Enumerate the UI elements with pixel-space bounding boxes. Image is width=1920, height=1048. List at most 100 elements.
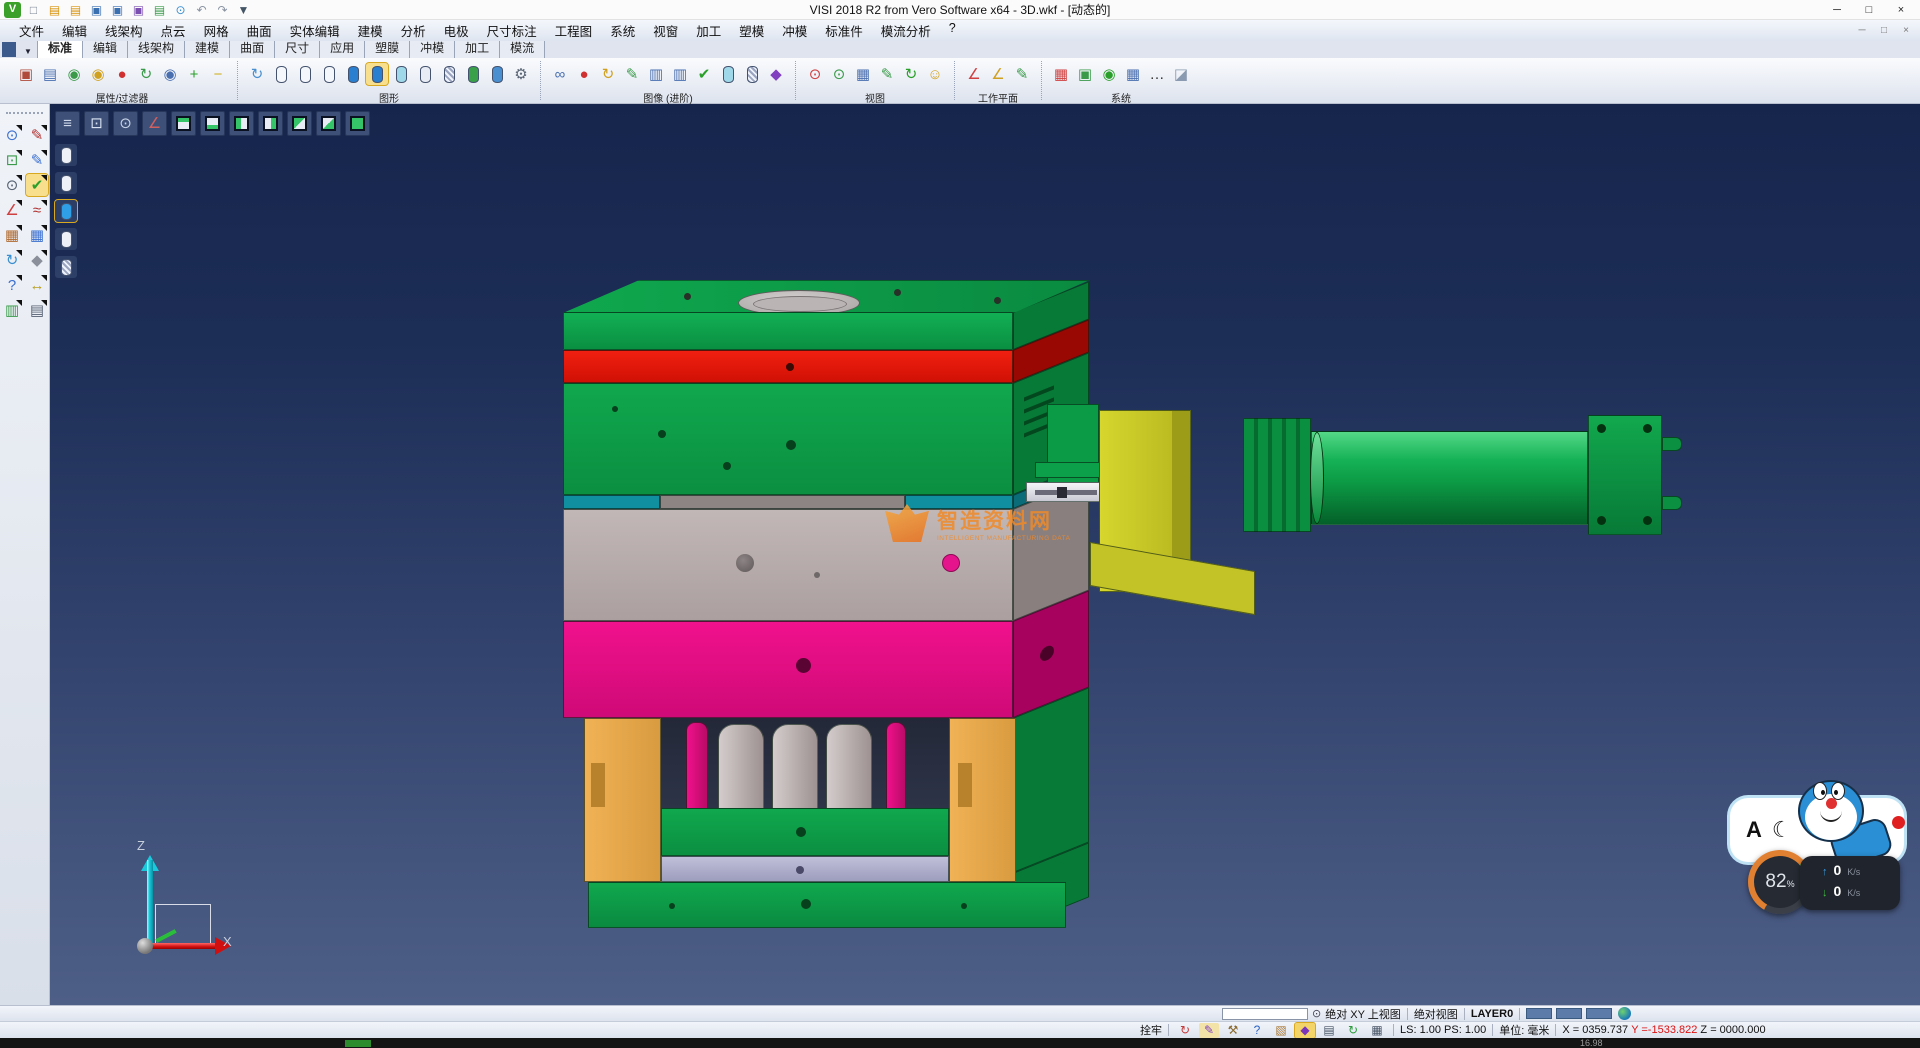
- refresh-adv-icon[interactable]: ↻: [597, 63, 619, 85]
- delete-filter-icon[interactable]: ▣: [15, 63, 37, 85]
- ejector-retainer-plate[interactable]: [661, 808, 949, 856]
- hydraulic-cylinder-barrel[interactable]: [1311, 431, 1588, 525]
- document-icon[interactable]: ▤: [26, 299, 48, 321]
- menu-item-11[interactable]: 工程图: [546, 21, 602, 40]
- toggle-check-icon[interactable]: ✔: [26, 174, 48, 196]
- workplane-gold-icon[interactable]: ∠: [987, 63, 1009, 85]
- system-globe-icon[interactable]: ◉: [1098, 63, 1120, 85]
- absolute-view-label[interactable]: 绝对视图: [1414, 1006, 1458, 1022]
- menu-item-19[interactable]: ?: [940, 21, 965, 40]
- auto-rotate-icon[interactable]: ↻: [1343, 1023, 1363, 1038]
- ucs-axes-icon[interactable]: ∠: [1, 199, 23, 221]
- view-smiley-icon[interactable]: ☺: [924, 63, 946, 85]
- lower-stack-side-face[interactable]: [1013, 687, 1089, 873]
- workplane-sketch-icon[interactable]: ✎: [1011, 63, 1033, 85]
- traffic-light-icon[interactable]: ●: [111, 63, 133, 85]
- search-input[interactable]: [1222, 1008, 1308, 1020]
- context-help-icon[interactable]: ?: [1247, 1023, 1267, 1038]
- spacer-block-right[interactable]: [949, 718, 1016, 882]
- visi-logo-icon[interactable]: V: [4, 2, 21, 18]
- qa-options-caret-icon[interactable]: ▼: [235, 2, 252, 18]
- curve-sketch-icon[interactable]: ≈: [26, 199, 48, 221]
- ime-mode-a-icon[interactable]: A: [1746, 817, 1762, 843]
- shield-icon[interactable]: ◆: [765, 63, 787, 85]
- system-monitor-icon[interactable]: ▣: [1074, 63, 1096, 85]
- copy-shading-icon[interactable]: [486, 63, 508, 85]
- menu-item-0[interactable]: 文件: [10, 21, 53, 40]
- tools-hammer-icon[interactable]: ⚒: [1223, 1023, 1243, 1038]
- magenta-support-plate[interactable]: [563, 621, 1013, 718]
- erase-icon[interactable]: ✎: [26, 124, 48, 146]
- chart-icon[interactable]: ▥: [1, 299, 23, 321]
- cylinder-mount-flange[interactable]: [1243, 418, 1311, 532]
- system-plane-icon[interactable]: ◪: [1170, 63, 1192, 85]
- menu-item-8[interactable]: 分析: [392, 21, 435, 40]
- toggle-visibility-icon[interactable]: ◉: [159, 63, 181, 85]
- hidden-line-icon[interactable]: [294, 63, 316, 85]
- color-swatch-3[interactable]: [1586, 1008, 1612, 1019]
- ejector-base-plate[interactable]: [661, 856, 949, 882]
- close-button[interactable]: ×: [1886, 1, 1916, 19]
- menu-item-14[interactable]: 加工: [687, 21, 730, 40]
- menu-item-10[interactable]: 尺寸标注: [478, 21, 546, 40]
- remove-visible-icon[interactable]: −: [207, 63, 229, 85]
- mdi-restore-button[interactable]: □: [1876, 25, 1892, 36]
- shading-settings-icon[interactable]: ⚙: [510, 63, 532, 85]
- shaded-cube-icon[interactable]: ◆: [26, 249, 48, 271]
- render-palette-icon[interactable]: ▦: [1, 224, 23, 246]
- units-indicator[interactable]: 单位: 毫米: [1499, 1022, 1549, 1038]
- redo-icon[interactable]: ↷: [214, 2, 231, 18]
- scale-indicator[interactable]: LS: 1.00 PS: 1.00: [1400, 1024, 1486, 1036]
- layer-list-icon[interactable]: ▤: [1319, 1023, 1339, 1038]
- menu-item-18[interactable]: 模流分析: [872, 21, 940, 40]
- globe-icon[interactable]: [1618, 1007, 1631, 1020]
- teal-wear-plate-left[interactable]: [563, 495, 660, 509]
- help-icon[interactable]: ?: [1, 274, 23, 296]
- zoom-all-icon[interactable]: ⊙: [828, 63, 850, 85]
- layer-indicator[interactable]: LAYER0: [1471, 1008, 1513, 1020]
- toolbar-drag-handle[interactable]: [6, 112, 43, 118]
- new-file-icon[interactable]: □: [25, 2, 42, 18]
- zoom-window-icon[interactable]: ⊙: [1, 124, 23, 146]
- menu-item-3[interactable]: 点云: [152, 21, 195, 40]
- view-sketch-icon[interactable]: ✎: [876, 63, 898, 85]
- menu-item-16[interactable]: 冲模: [773, 21, 816, 40]
- refresh-visibility-icon[interactable]: ↻: [135, 63, 157, 85]
- ejector-sleeve-3[interactable]: [826, 724, 872, 812]
- wireframe-icon[interactable]: [270, 63, 292, 85]
- return-pin-right[interactable]: [886, 722, 906, 812]
- minimize-button[interactable]: ─: [1822, 1, 1852, 19]
- glasses-add-icon[interactable]: ∞: [549, 63, 571, 85]
- workplane-axes-icon[interactable]: ∠: [963, 63, 985, 85]
- pick-brush-icon[interactable]: ✎: [1199, 1023, 1219, 1038]
- bottom-clamp-plate[interactable]: [588, 882, 1066, 928]
- refresh-view-icon[interactable]: ↻: [1, 249, 23, 271]
- hidden-line-dash-icon[interactable]: [318, 63, 340, 85]
- spacer-block-left[interactable]: [584, 718, 661, 882]
- system-table-icon[interactable]: ▦: [1122, 63, 1144, 85]
- menu-item-4[interactable]: 网格: [195, 21, 238, 40]
- system-dots-icon[interactable]: …: [1146, 63, 1168, 85]
- ejector-sleeve-2[interactable]: [772, 724, 818, 812]
- refresh-shading-icon[interactable]: ↻: [246, 63, 268, 85]
- mold-model-3d[interactable]: [50, 104, 1920, 1005]
- view-grid-icon[interactable]: ▦: [852, 63, 874, 85]
- menu-item-9[interactable]: 电极: [435, 21, 478, 40]
- pen-visibility-icon[interactable]: ✎: [621, 63, 643, 85]
- open-file-icon[interactable]: ▤: [46, 2, 63, 18]
- save-as-icon[interactable]: ▣: [109, 2, 126, 18]
- shaded-edges-icon[interactable]: [366, 63, 388, 85]
- print-preview-icon[interactable]: ⊙: [172, 2, 189, 18]
- print-icon[interactable]: ▤: [151, 2, 168, 18]
- apply-check-icon[interactable]: ✔: [693, 63, 715, 85]
- tie-rod-stub-bottom[interactable]: [1662, 496, 1682, 510]
- sketch-edit-icon[interactable]: ✎: [26, 149, 48, 171]
- add-shading-icon[interactable]: [462, 63, 484, 85]
- menu-item-2[interactable]: 线架构: [96, 21, 152, 40]
- ghost-icon[interactable]: [414, 63, 436, 85]
- track-rotate-icon[interactable]: ↻: [1175, 1023, 1195, 1038]
- network-speed-panel[interactable]: ↑ 0K/s ↓ 0K/s: [1800, 856, 1900, 910]
- menu-item-6[interactable]: 实体编辑: [281, 21, 349, 40]
- taskbar-item[interactable]: [345, 1040, 371, 1047]
- menu-item-15[interactable]: 塑模: [730, 21, 773, 40]
